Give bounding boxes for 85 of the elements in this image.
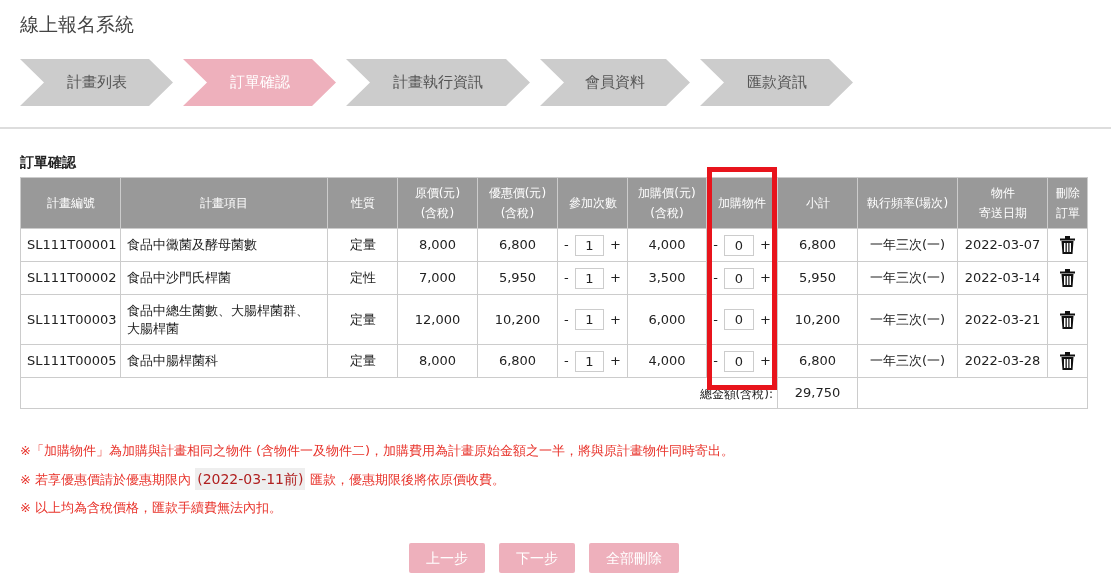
quantity-field[interactable]: 1: [574, 234, 605, 256]
plus-button[interactable]: +: [610, 268, 621, 288]
table-cell: 8,000: [397, 228, 478, 262]
plus-button[interactable]: +: [759, 268, 771, 288]
table-cell: 2022-03-28: [957, 344, 1048, 378]
column-header: 小計: [777, 177, 858, 229]
column-header: 優惠價(元) (含稅): [477, 177, 558, 229]
table-cell: 7,000: [397, 261, 478, 295]
minus-button[interactable]: -: [564, 309, 569, 330]
minus-button[interactable]: -: [564, 351, 569, 371]
minus-button[interactable]: -: [713, 351, 718, 371]
table-cell: SL111T00001: [20, 228, 121, 262]
plus-button[interactable]: +: [610, 235, 621, 255]
table-cell: 定量: [327, 294, 398, 345]
trash-icon[interactable]: [1060, 269, 1075, 287]
table-cell: 5,950: [477, 261, 558, 295]
table-cell: 12,000: [397, 294, 478, 345]
table-cell: 10,200: [777, 294, 858, 345]
table-cell: 定量: [327, 344, 398, 378]
table-cell: 6,000: [627, 294, 707, 345]
table-cell: 10,200: [477, 294, 558, 345]
table-cell: SL111T00003: [20, 294, 121, 345]
table-cell: 食品中沙門氏桿菌: [120, 261, 328, 295]
table-cell: 2022-03-07: [957, 228, 1048, 262]
trash-icon[interactable]: [1060, 236, 1075, 254]
column-header: 刪除 訂單: [1047, 177, 1088, 229]
page-title: 線上報名系統: [20, 12, 134, 37]
table-cell: 5,950: [777, 261, 858, 295]
plus-button[interactable]: +: [610, 351, 621, 371]
note-text: ※「加購物件」為加購與計畫相同之物件 (含物件一及物件二)，加購費用為計畫原始金額之一半，將與原計畫物件同時寄出。: [20, 442, 735, 460]
column-header: 參加次數: [557, 177, 628, 229]
quantity-field[interactable]: 0: [723, 234, 754, 256]
quantity-field[interactable]: 1: [574, 309, 605, 330]
table-cell: 一年三次(一): [857, 344, 958, 378]
table-cell: SL111T00005: [20, 344, 121, 378]
table-cell: 2022-03-21: [957, 294, 1048, 345]
step-tab[interactable]: 會員資料: [540, 59, 690, 106]
table-cell: SL111T00002: [20, 261, 121, 295]
table-cell: 6,800: [777, 228, 858, 262]
table-cell: 食品中黴菌及酵母菌數: [120, 228, 328, 262]
table-cell: 一年三次(一): [857, 294, 958, 345]
minus-button[interactable]: -: [564, 268, 569, 288]
table-cell: 3,500: [627, 261, 707, 295]
quantity-field[interactable]: 0: [723, 350, 754, 372]
quantity-field[interactable]: 0: [723, 309, 754, 330]
minus-button[interactable]: -: [713, 268, 718, 288]
table-cell: 2022-03-14: [957, 261, 1048, 295]
table-cell: 6,800: [477, 228, 558, 262]
plus-button[interactable]: +: [759, 235, 771, 255]
table-cell: 定量: [327, 228, 398, 262]
note-text: ※ 若享優惠價請於優惠期限內 (2022-03-11前) 匯款，優惠期限後將依原價收費。: [20, 468, 735, 491]
plus-button[interactable]: +: [759, 351, 771, 371]
quantity-field[interactable]: 1: [574, 350, 605, 372]
table-cell: 一年三次(一): [857, 261, 958, 295]
column-header: 性質: [327, 177, 398, 229]
section-title: 訂單確認: [20, 153, 76, 172]
minus-button[interactable]: -: [564, 235, 569, 255]
trash-icon[interactable]: [1060, 310, 1075, 329]
table-cell: 6,800: [777, 344, 858, 378]
minus-button[interactable]: -: [713, 309, 718, 330]
column-header: 計畫編號: [20, 177, 121, 229]
table-cell: 定性: [327, 261, 398, 295]
minus-button[interactable]: -: [713, 235, 718, 255]
column-header: 原價(元) (含稅): [397, 177, 478, 229]
column-header: 加購價(元) (含稅): [627, 177, 707, 229]
step-tab[interactable]: 計畫執行資訊: [346, 59, 530, 106]
column-header: 執行頻率(場次): [857, 177, 958, 229]
step-tab[interactable]: 匯款資訊: [700, 59, 853, 106]
plus-button[interactable]: +: [610, 309, 621, 330]
column-header: 計畫項目: [120, 177, 328, 229]
step-tab[interactable]: 計畫列表: [20, 59, 173, 106]
total-amount: 29,750: [777, 377, 858, 409]
table-cell: 食品中總生菌數、大腸桿菌群、大腸桿菌: [120, 294, 328, 345]
quantity-field[interactable]: 0: [723, 267, 754, 289]
note-text: ※ 以上均為含稅價格，匯款手續費無法內扣。: [20, 499, 284, 517]
table-cell: 6,800: [477, 344, 558, 378]
table-cell: 8,000: [397, 344, 478, 378]
column-header: 物件 寄送日期: [957, 177, 1048, 229]
table-cell: 4,000: [627, 344, 707, 378]
quantity-field[interactable]: 1: [574, 267, 605, 289]
trash-icon[interactable]: [1060, 352, 1075, 370]
plus-button[interactable]: +: [759, 309, 771, 330]
table-cell: 4,000: [627, 228, 707, 262]
table-cell: 食品中腸桿菌科: [120, 344, 328, 378]
table-cell: 一年三次(一): [857, 228, 958, 262]
